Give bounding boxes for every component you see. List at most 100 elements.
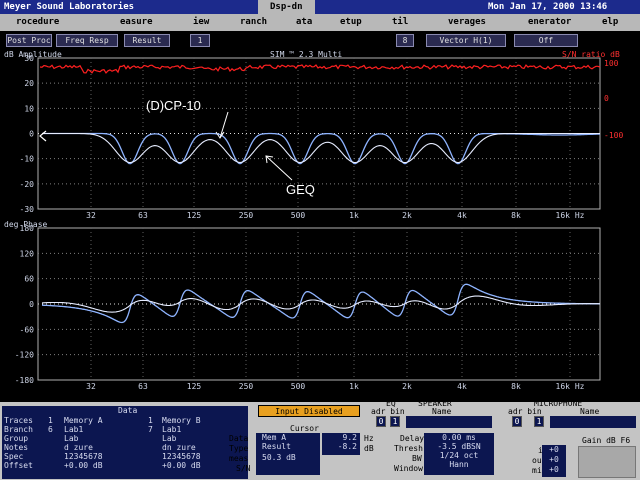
memory-b-notes: dn zure [162,443,196,452]
sn-ratio-tick-labels: 100 0 -100 [604,59,623,140]
memory-b-index: 1 7 [148,416,153,434]
thresh-label: Thresh [394,444,423,453]
cursor-sn-value: 50.3 dB [262,453,296,462]
amplitude-plot-subtitle: SIM ™ 2.3 Multi [270,50,343,59]
y-tick-label: -20 [20,180,35,189]
data-row-labels: Traces Branch Group Notes Spec Offset [4,416,33,470]
x-tick-label: 1k [349,382,359,391]
phase-x-tick-labels: 32 63 125 250 500 1k 2k 4k 8k 16k Hz [86,382,584,391]
sn-tick-label: 0 [604,94,609,103]
delay-values[interactable]: 0.00 ms -3.5 dBSN 1/24 oct Hann [424,433,494,475]
delay-label: Delay [400,434,425,443]
memory-a-notes: d zure [64,443,93,452]
cursor-freq-value: 9.2 [342,433,357,442]
memory-a-offset: +0.00 dB [64,461,103,470]
eq-bin-value[interactable]: 1 [390,416,400,427]
gain-values[interactable]: +0 +0 +0 [542,445,566,477]
memory-b-name: Memory B [162,416,201,425]
amplitude-x-tick-labels: 32 63 125 250 500 1k 2k 4k 8k 16k Hz [86,211,584,220]
x-tick-label: 1k [349,211,359,220]
bw-value: 1/24 oct [439,451,479,460]
cursor-values-secondary[interactable]: 9.2 -8.2 [322,433,360,455]
data-panel-title: Data [118,406,138,415]
x-tick-label: 4k [457,211,467,220]
mic-name-label: Name [580,407,600,416]
cursor-label-meas: meas [229,454,249,463]
memory-b-column[interactable]: Memory B Lab1 Lab dn zure 12345678 +0.00… [162,416,201,470]
y-tick-label: -120 [15,351,34,360]
sn-tick-label: 100 [604,59,619,68]
sn-ratio-label: S/N ratio dB [562,50,620,59]
mic-adr-value[interactable]: 0 [512,416,522,427]
memory-b-branch: Lab1 [162,425,182,434]
memory-a-branch: Lab1 [64,425,84,434]
mic-name-field[interactable] [550,416,636,428]
cursor-level-value: -8.2 [337,442,357,451]
data-panel: Data Traces Branch Group Notes Spec Offs… [2,406,248,479]
x-tick-label: 125 [187,382,202,391]
speaker-name-field[interactable] [406,416,492,428]
row-label-notes: Notes [4,443,29,452]
x-tick-label: 125 [187,211,202,220]
x-tick-label: 63 [138,382,148,391]
eq-sub: adr bin [371,407,405,416]
memory-a-index: 1 6 [48,416,53,434]
y-tick-label: 120 [20,249,35,258]
annotation-geq: GEQ [286,182,315,197]
x-tick-label: 63 [138,211,148,220]
cursor-type-value: Result [262,442,291,451]
y-tick-label: 10 [24,104,34,113]
eq-adr-value[interactable]: 0 [376,416,386,427]
x-tick-label: 32 [86,382,96,391]
cursor-unit-hz: Hz [364,434,374,443]
x-tick-label: 2k [402,382,412,391]
x-tick-label: 500 [291,382,306,391]
y-tick-label: 0 [29,300,34,309]
cursor-panel-title: Cursor [290,424,319,433]
amplitude-plot-title: dB Amplitude [4,50,62,59]
x-tick-label: 16k Hz [556,382,585,391]
memory-a-column[interactable]: Memory A Lab1 Lab d zure 12345678 +0.00 … [64,416,103,470]
memory-b-spec: 12345678 [162,452,201,461]
window-label: Window [394,464,423,473]
speaker-name-label: Name [432,407,452,416]
memory-a-group: Lab [64,434,79,443]
bw-label: BW [412,454,422,463]
cursor-label-sn: S/N [236,464,251,473]
cursor-unit-db: dB [364,444,374,453]
mic-bin-value[interactable]: 1 [534,416,544,427]
x-tick-label: 32 [86,211,96,220]
y-tick-label: -30 [20,205,35,214]
memory-b-group: Lab [162,434,177,443]
y-tick-label: -10 [20,155,35,164]
x-tick-label: 16k Hz [556,211,585,220]
x-tick-label: 250 [239,382,254,391]
x-tick-label: 500 [291,211,306,220]
annotation-cp10: (D)CP-10 [146,98,201,113]
window-value: Hann [449,460,469,469]
gain-in-value: +0 [549,445,559,454]
thresh-value: -3.5 dBSN [437,442,481,451]
y-tick-label: -60 [20,325,35,334]
bottom-control-panel: Data Traces Branch Group Notes Spec Offs… [0,399,640,480]
delay-value: 0.00 ms [442,433,476,442]
cursor-label-type: Type [229,444,249,453]
amplitude-y-tick-labels: 3020100-10-20-30 [20,54,35,214]
phase-plot-title: deg Phase [4,220,48,229]
mic-sub: adr bin [508,407,542,416]
y-tick-label: 20 [24,79,34,88]
row-label-offset: Offset [4,461,33,470]
sn-tick-label: -100 [604,131,623,140]
memory-a-spec: 12345678 [64,452,103,461]
x-tick-label: 4k [457,382,467,391]
y-tick-label: 60 [24,275,34,284]
phase-y-tick-labels: 180120600-60-120-180 [15,224,34,385]
gain-out-value: +0 [549,455,559,464]
x-tick-label: 8k [511,211,521,220]
gain-meter [578,446,636,478]
row-label-group: Group [4,434,29,443]
gain-mic-value: +0 [549,465,559,474]
cursor-values-primary[interactable]: Mem A Result 50.3 dB [256,433,320,475]
x-tick-label: 8k [511,382,521,391]
x-tick-label: 2k [402,211,412,220]
